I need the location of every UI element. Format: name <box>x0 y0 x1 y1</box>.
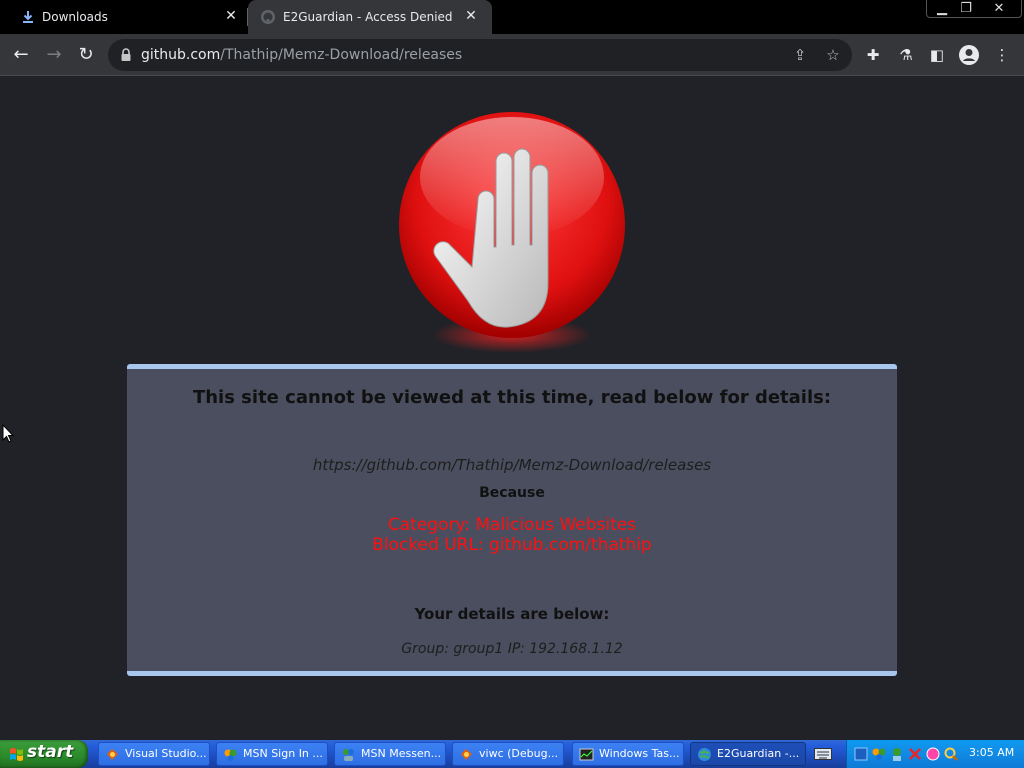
address-bar[interactable]: github.com/Thathip/Memz-Download/release… <box>108 39 852 71</box>
page-content: This site cannot be viewed at this time,… <box>0 77 1024 740</box>
keyboard-language-icon[interactable] <box>814 747 832 761</box>
back-arrow-icon[interactable]: ← <box>8 42 34 68</box>
because-label: Because <box>479 485 545 501</box>
msn-butterfly-icon[interactable] <box>871 746 887 762</box>
stop-hand-icon <box>399 112 625 353</box>
user-details: Group: group1 IP: 192.168.1.12 <box>401 641 623 657</box>
clock[interactable]: 3:05 AM <box>969 746 1014 759</box>
messenger-status-icon[interactable] <box>889 746 905 762</box>
taskbar-item-task-manager[interactable]: Windows Tas... <box>572 742 684 766</box>
tab-strip: Downloads ✕ E2Guardian - Access Denied ✕… <box>0 0 1024 34</box>
url-path: /Thathip/Memz-Download/releases <box>220 47 463 63</box>
windows-flag-icon <box>10 748 23 761</box>
taskbar-item-msn-sign-in[interactable]: MSN Sign In ... <box>216 742 328 766</box>
taskbar: start Visual Studio... MSN Sign In ... M… <box>0 740 1024 768</box>
mouse-pointer-icon <box>2 424 14 443</box>
msn-messenger-icon <box>343 749 354 761</box>
side-panel-icon[interactable]: ◧ <box>926 44 948 66</box>
task-manager-icon <box>579 748 594 761</box>
url-text[interactable]: github.com/Thathip/Memz-Download/release… <box>141 47 462 63</box>
tab-e2guardian[interactable]: E2Guardian - Access Denied ✕ <box>248 0 492 34</box>
task-label: MSN Messen... <box>361 747 442 760</box>
details-heading: Your details are below: <box>414 605 610 623</box>
tab-title: Downloads <box>42 10 108 24</box>
github-icon <box>261 10 275 24</box>
kebab-menu-icon[interactable]: ⋮ <box>991 44 1013 66</box>
access-denied-panel: This site cannot be viewed at this time,… <box>127 364 897 676</box>
close-tab-icon[interactable]: ✕ <box>462 7 480 25</box>
bookmark-star-icon[interactable]: ☆ <box>823 45 843 65</box>
security-alert-icon[interactable] <box>907 746 923 762</box>
taskbar-item-e2guardian[interactable]: E2Guardian -... <box>690 742 806 766</box>
taskbar-item-viwc-debug[interactable]: viwc (Debug... <box>452 742 564 766</box>
start-button[interactable]: start <box>0 740 88 768</box>
task-label: Visual Studio... <box>125 747 207 760</box>
category-reason: Category: Malicious Websites <box>387 515 637 535</box>
search-tray-icon[interactable] <box>943 746 959 762</box>
blocked-url-text: https://github.com/Thathip/Memz-Download… <box>312 456 712 474</box>
url-host: github.com <box>141 47 221 63</box>
share-icon[interactable]: ⇪ <box>790 45 810 65</box>
visual-studio-icon <box>461 749 472 760</box>
task-label: viwc (Debug... <box>479 747 559 760</box>
profile-avatar-icon[interactable] <box>958 44 980 66</box>
task-label: Windows Tas... <box>599 747 680 760</box>
window-close-icon[interactable]: ✕ <box>976 0 1022 18</box>
network-icon[interactable] <box>853 746 869 762</box>
close-tab-icon[interactable]: ✕ <box>222 7 240 25</box>
task-label: MSN Sign In ... <box>243 747 323 760</box>
msn-butterfly-icon <box>224 749 237 761</box>
labs-flask-icon[interactable]: ⚗ <box>895 44 917 66</box>
system-tray: 3:05 AM <box>846 740 1024 768</box>
reload-icon[interactable]: ↻ <box>73 42 99 68</box>
browser-globe-icon <box>698 748 711 761</box>
taskbar-item-msn-messenger[interactable]: MSN Messen... <box>334 742 446 766</box>
blocked-url-reason: Blocked URL: github.com/thathip <box>372 535 652 555</box>
forward-arrow-icon[interactable]: → <box>41 42 67 68</box>
download-icon <box>23 11 33 23</box>
browser-toolbar: ← → ↻ github.com/Thathip/Memz-Download/r… <box>0 34 1024 76</box>
tab-title: E2Guardian - Access Denied <box>283 10 453 24</box>
start-label: start <box>27 742 74 762</box>
tab-downloads[interactable]: Downloads ✕ <box>0 0 248 34</box>
page-title: This site cannot be viewed at this time,… <box>192 387 832 408</box>
lock-icon[interactable] <box>120 48 132 62</box>
antivirus-icon[interactable] <box>925 746 941 762</box>
extensions-puzzle-icon[interactable]: ✚ <box>862 44 884 66</box>
task-label: E2Guardian -... <box>717 747 800 760</box>
visual-studio-icon <box>107 749 118 760</box>
taskbar-item-visual-studio[interactable]: Visual Studio... <box>98 742 210 766</box>
